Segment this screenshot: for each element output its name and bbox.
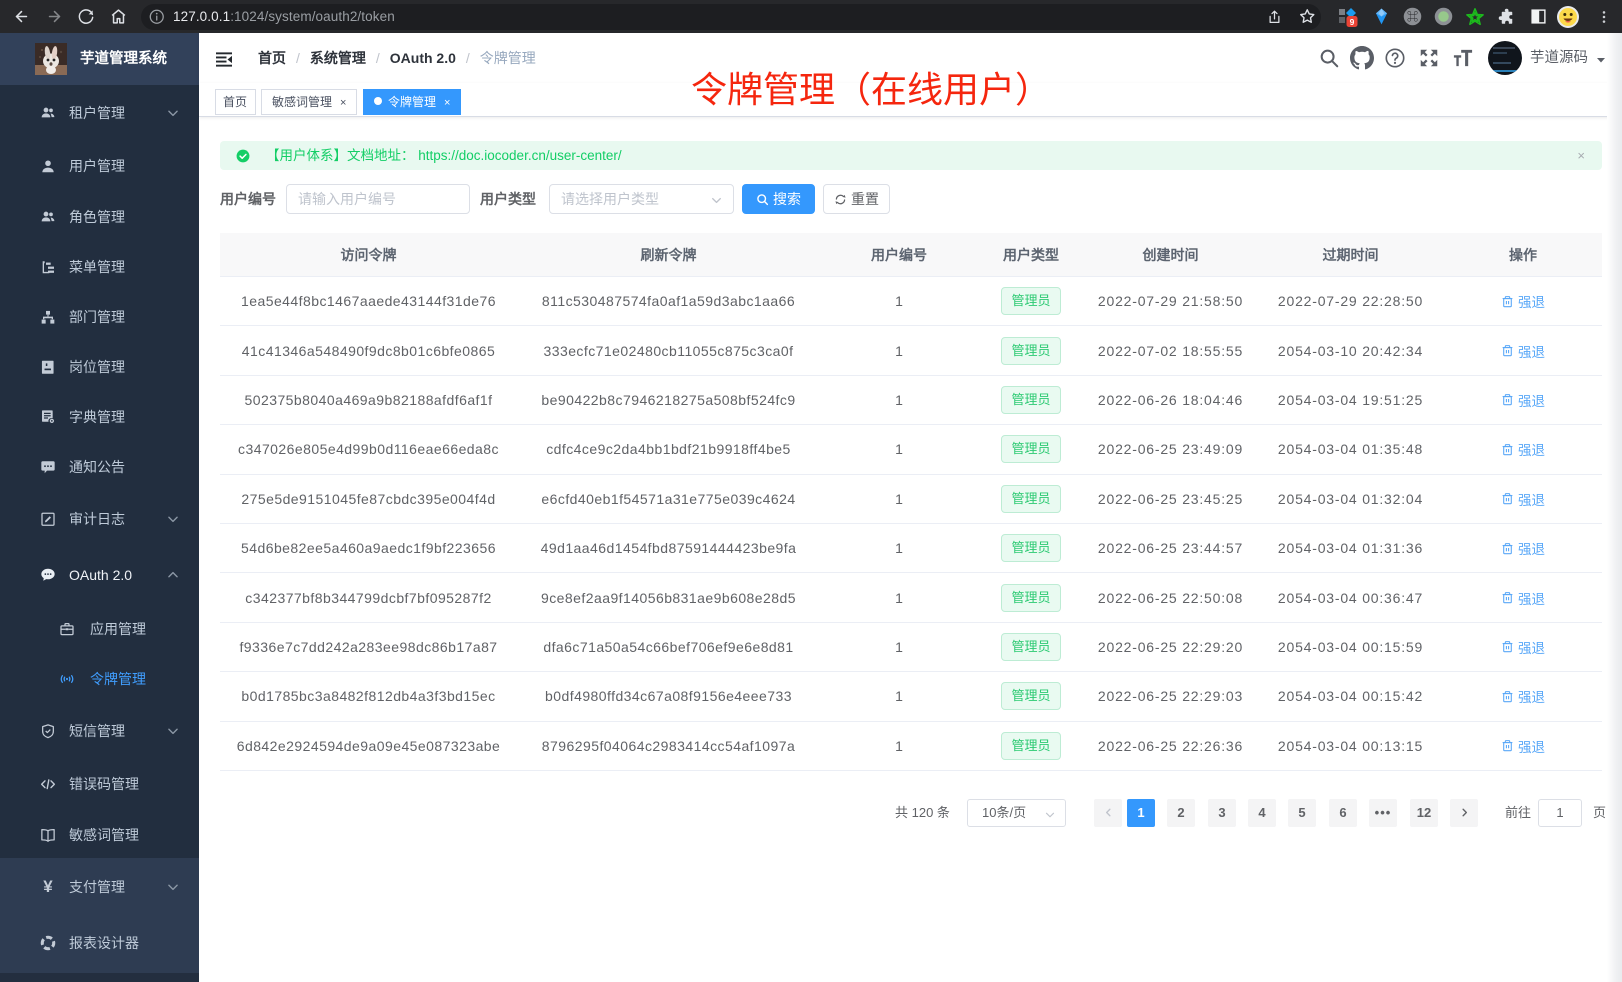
svg-text:⌘: ⌘ — [1406, 10, 1417, 23]
svg-text:9: 9 — [1350, 17, 1355, 27]
